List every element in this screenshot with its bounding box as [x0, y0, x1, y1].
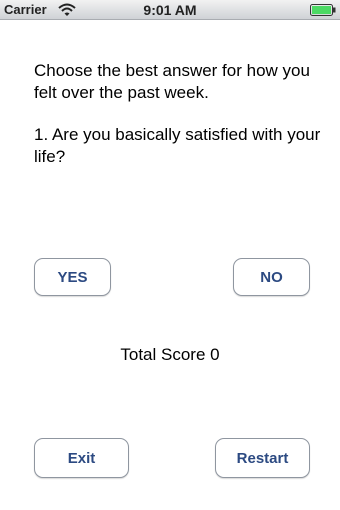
total-score: Total Score 0 — [120, 345, 220, 364]
battery-icon — [310, 4, 336, 16]
instruction-text: Choose the best answer for how you felt … — [34, 61, 310, 102]
yes-button[interactable]: YES — [34, 258, 111, 296]
status-bar: Carrier 9:01 AM — [0, 0, 340, 20]
restart-button[interactable]: Restart — [215, 438, 310, 478]
exit-button[interactable]: Exit — [34, 438, 129, 478]
status-time: 9:01 AM — [143, 2, 197, 18]
question-text: 1. Are you basically satisfied with your… — [34, 125, 321, 166]
no-button[interactable]: NO — [233, 258, 310, 296]
